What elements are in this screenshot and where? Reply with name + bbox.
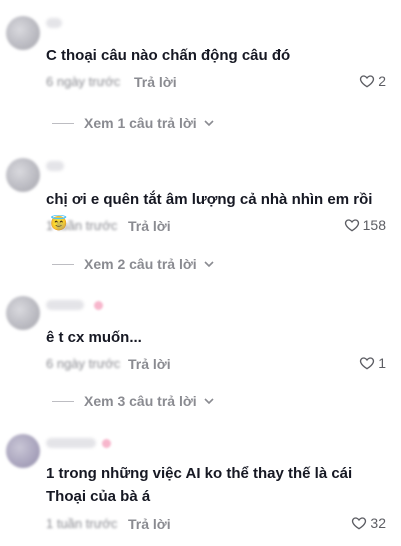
avatar[interactable] [6,16,40,50]
username-blurred[interactable] [46,18,62,28]
divider-line [52,400,74,402]
comment-text: ê t cx muốn... [46,329,142,346]
chevron-down-icon [203,117,215,129]
username-blurred[interactable] [46,438,96,448]
profile-badge [94,301,103,310]
heart-icon [344,219,359,232]
comment-time: 1 tuần trước [46,218,118,233]
like-count: 2 [378,73,386,89]
divider-line [52,263,74,265]
username-blurred[interactable] [46,300,84,310]
reply-button[interactable]: Trả lời [134,74,177,90]
like-button[interactable]: 2 [359,73,386,89]
like-count: 1 [378,355,386,371]
like-button[interactable]: 1 [359,355,386,371]
comment-text: 1 trong những việc AI ko thể thay thế là… [46,465,353,505]
comment-meta: 1 tuần trước Trả lời 158 [46,217,386,236]
heart-icon [360,75,375,88]
comment-text: C thoại câu nào chấn động câu đó [46,47,291,64]
view-replies-label: Xem 3 câu trả lời [84,393,197,409]
like-button[interactable]: 158 [344,217,386,233]
view-replies-button[interactable]: Xem 3 câu trả lời [52,393,215,409]
avatar[interactable] [6,296,40,330]
heart-icon [352,517,367,530]
comment-meta: 6 ngày trước Trả lời 2 [46,73,386,92]
like-count: 32 [370,515,386,531]
reply-button[interactable]: Trả lời [128,218,171,234]
profile-badge [102,439,111,448]
reply-button[interactable]: Trả lời [128,356,171,372]
view-replies-button[interactable]: Xem 2 câu trả lời [52,256,215,272]
comment-meta: 6 ngày trước Trả lời 1 [46,355,386,374]
avatar[interactable] [6,434,40,468]
comment-meta: 1 tuần trước Trả lời 32 [46,515,386,534]
heart-icon [360,357,375,370]
chevron-down-icon [203,395,215,407]
avatar[interactable] [6,158,40,192]
like-count: 158 [362,217,386,233]
view-replies-button[interactable]: Xem 1 câu trả lời [52,115,215,131]
view-replies-label: Xem 2 câu trả lời [84,256,197,272]
comment-time: 6 ngày trước [46,356,121,371]
comment-time: 6 ngày trước [46,74,121,89]
comment-time: 1 tuần trước [46,516,118,531]
view-replies-label: Xem 1 câu trả lời [84,115,197,131]
reply-button[interactable]: Trả lời [128,516,171,532]
username-blurred[interactable] [46,161,64,171]
like-button[interactable]: 32 [351,515,386,531]
divider-line [52,122,74,124]
chevron-down-icon [203,258,215,270]
